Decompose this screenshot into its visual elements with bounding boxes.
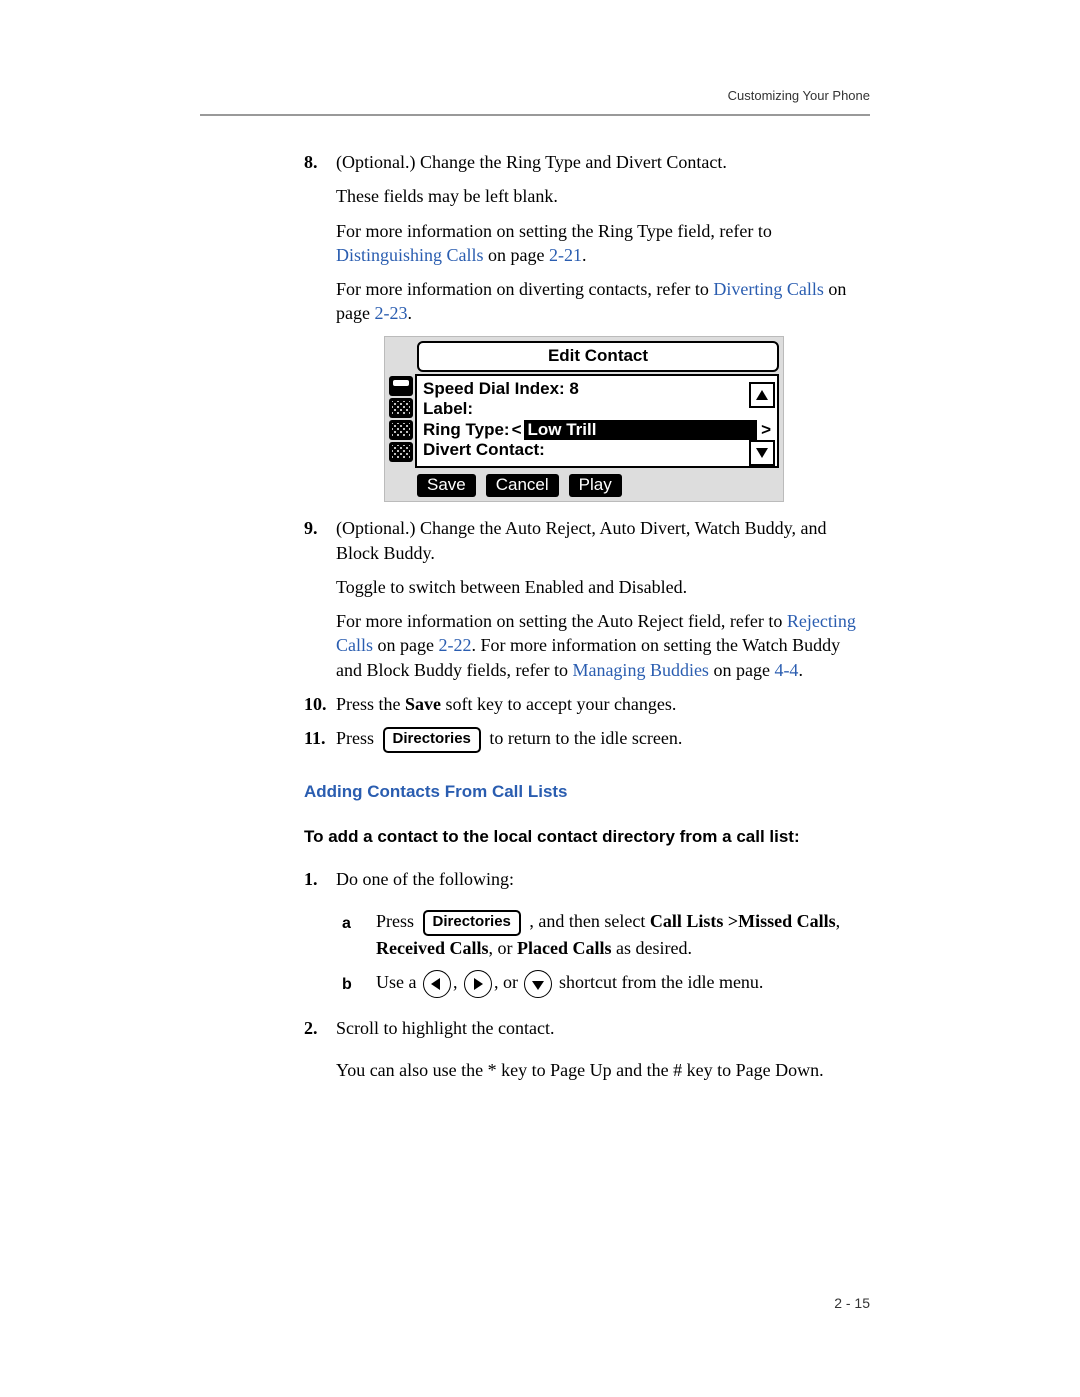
body-text: Toggle to switch between Enabled and Dis…	[336, 575, 870, 599]
substep-b: b Use a , , or shortcut from the idle me…	[336, 970, 870, 998]
link-managing-buddies[interactable]: Managing Buddies	[572, 660, 709, 680]
softkey-play: Play	[569, 474, 622, 497]
keypad-icon	[389, 442, 413, 462]
nav-down-icon	[524, 970, 552, 998]
page-ref[interactable]: 2-22	[439, 635, 472, 655]
link-diverting-calls[interactable]: Diverting Calls	[713, 279, 824, 299]
keypad-icon	[389, 420, 413, 440]
body-text: These fields may be left blank.	[336, 184, 870, 208]
text-fragment: For more information on setting the Ring…	[336, 221, 772, 241]
text-fragment: .	[798, 660, 803, 680]
text-fragment: as desired.	[611, 938, 691, 958]
body-text: For more information on setting the Ring…	[336, 219, 870, 268]
step-8: 8. (Optional.) Change the Ring Type and …	[304, 150, 870, 502]
phone-lcd-figure: Edit Contact Speed Dial Index: 8 Label:	[384, 336, 784, 502]
text-fragment: soft key to accept your changes.	[441, 694, 676, 714]
text-fragment: on page	[484, 245, 549, 265]
page-content: 8. (Optional.) Change the Ring Type and …	[304, 150, 870, 1101]
substep-a: a Press Directories , and then select Ca…	[336, 909, 870, 960]
lcd-row-ring-type: Ring Type: < Low Trill >	[423, 420, 771, 440]
lcd-title: Edit Contact	[417, 341, 779, 372]
body-text: You can also use the * key to Page Up an…	[336, 1058, 870, 1082]
page-ref[interactable]: 2-23	[374, 303, 407, 323]
body-text: (Optional.) Change the Auto Reject, Auto…	[336, 516, 870, 565]
bold-text: Received Calls	[376, 938, 488, 958]
bold-text: Placed Calls	[517, 938, 612, 958]
text-fragment: For more information on diverting contac…	[336, 279, 713, 299]
text-fragment: .	[582, 245, 587, 265]
page-ref[interactable]: 4-4	[774, 660, 798, 680]
substep-letter: a	[342, 913, 351, 935]
step-number: 9.	[304, 516, 318, 540]
step-number: 1.	[304, 867, 318, 891]
text-fragment: ,	[453, 972, 462, 992]
proc-step-1: 1. Do one of the following: a Press Dire…	[304, 867, 870, 998]
softkey-cancel: Cancel	[486, 474, 559, 497]
text-fragment: ,	[836, 911, 841, 931]
text-fragment: .	[407, 303, 412, 323]
body-text: Press Directories to return to the idle …	[336, 726, 870, 753]
nav-right-icon	[464, 970, 492, 998]
lcd-softkeys: Save Cancel Play	[417, 474, 779, 497]
text-fragment: , or	[494, 972, 523, 992]
body-text: For more information on diverting contac…	[336, 277, 870, 326]
bold-text: Call Lists >	[650, 911, 738, 931]
phone-icon	[389, 376, 413, 396]
bold-text: Save	[405, 694, 441, 714]
lcd-ring-value: Low Trill	[524, 420, 758, 440]
substep-letter: b	[342, 974, 352, 996]
page-ref[interactable]: 2-21	[549, 245, 582, 265]
keypad-icon	[389, 398, 413, 418]
step-number: 8.	[304, 150, 318, 174]
text-fragment: , or	[488, 938, 517, 958]
lcd-fields: Speed Dial Index: 8 Label: Ring Type: < …	[415, 374, 779, 469]
step-number: 2.	[304, 1016, 318, 1040]
body-text: (Optional.) Change the Ring Type and Div…	[336, 150, 870, 174]
body-text: For more information on setting the Auto…	[336, 609, 870, 682]
text-fragment: shortcut from the idle menu.	[554, 972, 763, 992]
link-distinguishing-calls[interactable]: Distinguishing Calls	[336, 245, 484, 265]
running-head: Customizing Your Phone	[728, 88, 870, 103]
softkey-save: Save	[417, 474, 476, 497]
step-10: 10. Press the Save soft key to accept yo…	[304, 692, 870, 716]
text-fragment: , and then select	[525, 911, 650, 931]
lcd-row-speed-dial: Speed Dial Index: 8	[423, 379, 771, 399]
directories-keycap: Directories	[383, 727, 481, 753]
text-fragment: Press	[376, 911, 419, 931]
step-number: 11.	[304, 726, 326, 750]
proc-step-2: 2. Scroll to highlight the contact. You …	[304, 1016, 870, 1083]
step-9: 9. (Optional.) Change the Auto Reject, A…	[304, 516, 870, 682]
text-fragment: Press the	[336, 694, 405, 714]
text-fragment: Press	[336, 728, 379, 748]
text-fragment: Use a	[376, 972, 421, 992]
page-number: 2 - 15	[834, 1295, 870, 1311]
text-fragment: on page	[373, 635, 438, 655]
bold-text: Missed Calls	[738, 911, 836, 931]
body-text: Press the Save soft key to accept your c…	[336, 692, 870, 716]
section-heading: Adding Contacts From Call Lists	[304, 781, 870, 804]
text-fragment: to return to the idle screen.	[485, 728, 682, 748]
step-11: 11. Press Directories to return to the i…	[304, 726, 870, 753]
lcd-row-divert: Divert Contact:	[423, 440, 771, 460]
procedure-heading: To add a contact to the local contact di…	[304, 826, 870, 849]
body-text: Scroll to highlight the contact.	[336, 1016, 870, 1040]
text-fragment: For more information on setting the Auto…	[336, 611, 787, 631]
lcd-row-label: Label:	[423, 399, 771, 419]
scroll-down-icon	[749, 440, 775, 466]
text-fragment: on page	[709, 660, 774, 680]
step-number: 10.	[304, 692, 327, 716]
lcd-left-caret: <	[512, 420, 522, 440]
scroll-up-icon	[749, 382, 775, 408]
header-rule	[200, 114, 870, 116]
directories-keycap: Directories	[423, 910, 521, 936]
lcd-left-icons	[389, 374, 415, 469]
body-text: Do one of the following:	[336, 867, 870, 891]
nav-left-icon	[423, 970, 451, 998]
lcd-field-label: Ring Type:	[423, 420, 510, 440]
